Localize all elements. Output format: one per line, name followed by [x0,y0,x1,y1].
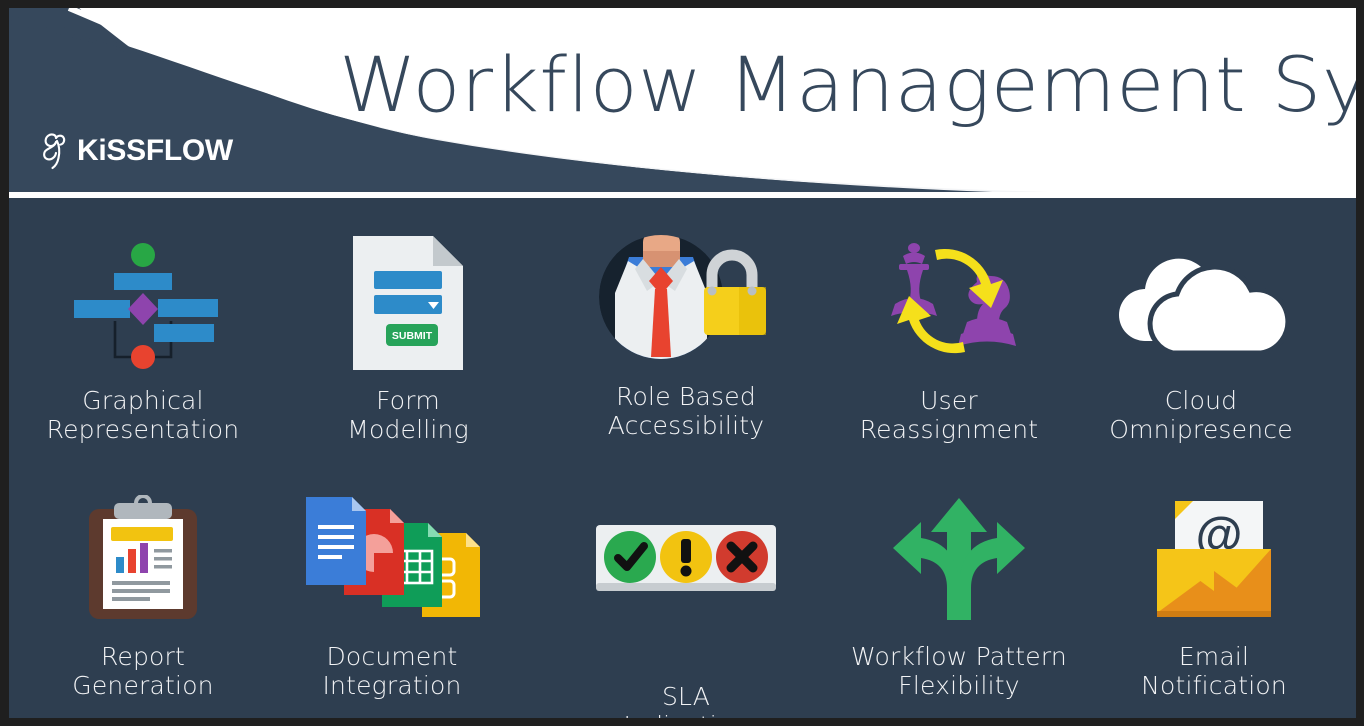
report-header-bar [111,527,173,541]
form-document-icon: SUBMIT [353,236,463,370]
feature-label: Role Based Accessibility [566,382,806,441]
feature-label: User Reassignment [829,386,1069,445]
feature-label-line2: Accessibility [607,411,765,441]
icon-container [566,484,806,634]
feature-label-line1: Cloud [1164,386,1238,415]
chess-pieces-swap-icon [891,243,1016,354]
icon-container [23,228,263,378]
icon-container [829,228,1069,378]
flow-task-node [74,300,130,318]
icon-container [819,484,1099,634]
logo-text-rest: SSFLOW [106,134,233,167]
feature-label-line2: Notification [1141,671,1287,701]
feature-label-line2: Generation [72,671,214,701]
feature-label: Email Notification [1094,642,1334,701]
flow-task-node [154,324,214,342]
feature-label-line1: SLA [661,682,711,711]
traffic-light-status-icon [596,525,776,591]
feature-label: SLA Indication [566,682,806,718]
feature-label-line2: Modelling [347,415,469,445]
feature-label-line2: Omnipresence [1109,415,1293,445]
header-banner: KiSSFLOW Workflow Management System [9,8,1356,192]
clipboard-chart-icon [89,495,197,619]
page-fold-corner [433,236,463,266]
feature-label: Document Integration [272,642,512,701]
slide-panel: KiSSFLOW Workflow Management System [9,8,1356,718]
flowchart-icon [74,243,218,369]
icon-container [272,484,512,634]
flow-start-node [131,243,155,267]
icon-container [23,484,263,634]
feature-role-based-accessibility[interactable]: Role Based Accessibility [566,224,806,441]
icon-container: SUBMIT [288,228,528,378]
envelope-bottom-edge [1157,611,1271,617]
feature-label: Report Generation [23,642,263,701]
exclamation-icon [680,539,692,577]
clouds-icon [1119,258,1287,356]
feature-grid: Graphical Representation SUBMIT Form Mod… [9,198,1356,718]
chart-bar [116,557,124,573]
padlock-icon [703,249,766,335]
flow-end-node [131,345,155,369]
feature-workflow-pattern-flexibility[interactable]: Workflow Pattern Flexibility [819,484,1099,701]
submit-button-label: SUBMIT [392,330,433,342]
feature-label-line2: Integration [322,671,462,701]
feature-label-line2: Indication [566,711,806,718]
feature-label-line1: Document [326,642,458,671]
text-document-card [306,497,366,585]
user-with-lock-icon [598,235,766,359]
feature-document-integration[interactable]: Document Integration [272,484,512,701]
feature-form-modelling[interactable]: SUBMIT Form Modelling [288,228,528,445]
feature-label: Form Modelling [288,386,528,445]
feature-label-line2: Flexibility [898,671,1020,701]
flow-decision-node [128,293,158,325]
chart-bar [140,543,148,573]
email-envelope-icon: @ [1157,501,1271,617]
feature-label-line1: Role Based [616,382,756,411]
feature-label-line1: Workflow Pattern [851,642,1067,671]
feature-user-reassignment[interactable]: User Reassignment [829,228,1069,445]
feature-label-line1: Report [100,642,186,671]
three-way-arrow-icon [893,498,1025,620]
logo-wordmark: KiSSFLOW [77,136,233,166]
butterfly-icon [43,133,66,170]
icon-container [1081,228,1321,378]
feature-label-line1: Graphical [82,386,204,415]
feature-label-line2: Representation [46,415,240,445]
feature-label-line1: Form [376,386,440,415]
feature-label: Cloud Omnipresence [1081,386,1321,445]
logo-text-k: K [77,134,99,167]
flow-task-node [114,273,172,290]
icon-container: @ [1094,484,1334,634]
feature-label-line1: User [920,386,978,415]
feature-label: Workflow Pattern Flexibility [819,642,1099,701]
slide-frame: KiSSFLOW Workflow Management System [0,0,1364,726]
page-title: Workflow Management System [339,40,1356,129]
flow-task-node [158,299,218,317]
feature-email-notification[interactable]: @ Email Notification [1094,484,1334,701]
feature-label-line2: Reassignment [859,415,1039,445]
icon-container [566,224,806,374]
feature-sla-indication[interactable]: SLA Indication [566,484,806,718]
kissflow-logo: KiSSFLOW [40,130,233,172]
arrow-stem [947,574,971,620]
feature-label-line1: Email [1178,642,1250,671]
office-documents-icon [306,497,480,617]
form-text-field[interactable] [374,271,442,289]
chart-bar [128,549,136,573]
feature-report-generation[interactable]: Report Generation [23,484,263,701]
feature-cloud-omnipresence[interactable]: Cloud Omnipresence [1081,228,1321,445]
feature-graphical-representation[interactable]: Graphical Representation [23,228,263,445]
feature-label: Graphical Representation [23,386,263,445]
